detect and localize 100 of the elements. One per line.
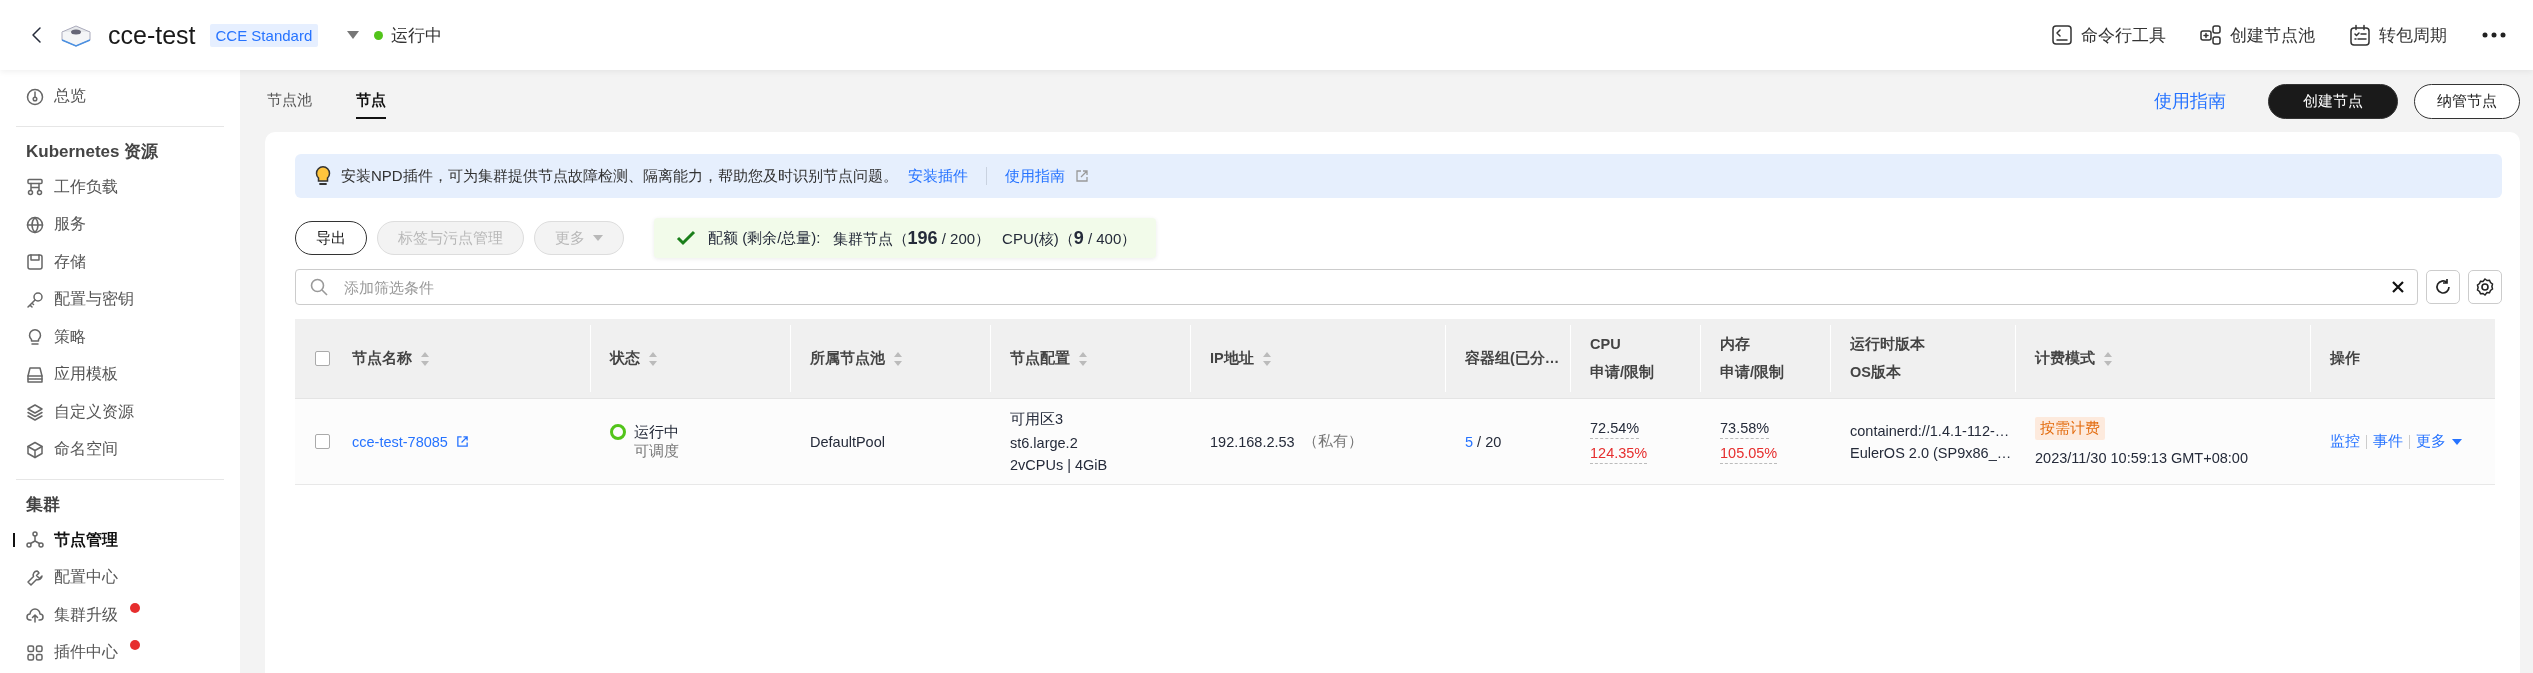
checkmark-icon [676, 230, 696, 246]
edition-badge: CCE Standard [209, 23, 319, 47]
banner-link[interactable]: 使用指南 [1004, 166, 1065, 186]
cluster-name: cce-test [108, 20, 196, 50]
tab[interactable]: 节点 [356, 83, 386, 119]
sidebar-section-title: 集群 [25, 494, 61, 516]
limit-percent: 105.05% [1720, 444, 1778, 464]
table-cell: st6.large.2 [1010, 435, 1078, 451]
sort-icon[interactable] [2103, 350, 2113, 367]
toolbar-action[interactable]: 创建节点池 [2200, 23, 2315, 47]
external-link-icon[interactable] [455, 435, 469, 448]
sidebar-section-title: Kubernetes 资源 [25, 141, 160, 163]
column-header: CPU 申请/限制 [1590, 334, 1655, 382]
guide-link[interactable]: 使用指南 [2154, 89, 2226, 113]
column-header[interactable]: 状态 [610, 349, 640, 368]
sidebar-item[interactable]: 自定义资源 [0, 393, 240, 431]
created-time: 2023/11/30 10:59:13 GMT+08:00 [2035, 450, 2248, 466]
quota-value: CPU(核)（9 / 400） [1002, 227, 1137, 249]
cluster-status: 运行中 [391, 24, 443, 47]
toolbar-action[interactable]: 转包周期 [2349, 23, 2447, 47]
banner-link[interactable]: 安装插件 [907, 166, 968, 186]
ip-type-text: （私有） [1302, 432, 1363, 451]
table-cell: DefaultPool [810, 433, 885, 450]
column-header: 内存 申请/限制 [1720, 334, 1785, 382]
tab[interactable]: 节点池 [267, 83, 312, 119]
create-node-button[interactable]: 创建节点 [2268, 83, 2398, 119]
os-version: EulerOS 2.0 (SP9x86_… [1850, 444, 2012, 461]
close-icon[interactable] [2391, 280, 2405, 294]
row-checkbox[interactable] [315, 434, 330, 449]
quota-value: 集群节点（196 / 200） [832, 227, 991, 249]
sidebar-item[interactable]: 应用模板 [0, 356, 240, 394]
sidebar-item[interactable]: 存储 [0, 243, 240, 281]
key-icon [26, 290, 44, 309]
back-icon[interactable] [30, 25, 44, 45]
sidebar-item[interactable]: 总览 [0, 78, 240, 116]
toolbar-button[interactable]: 导出 [295, 221, 367, 255]
schedulable-text: 可调度 [634, 442, 679, 459]
cube-icon [26, 440, 44, 459]
sidebar-item[interactable]: 集群升级 [0, 596, 240, 634]
more-icon[interactable] [2481, 31, 2507, 39]
column-header: 操作 [2330, 349, 2360, 368]
search-icon [310, 278, 328, 296]
sidebar-item[interactable]: 配置与密钥 [0, 281, 240, 319]
settings-button[interactable] [2468, 270, 2502, 304]
manage-node-button[interactable]: 纳管节点 [2414, 83, 2520, 119]
request-percent: 73.58% [1720, 419, 1770, 439]
more-dropdown[interactable]: 更多 [2416, 432, 2462, 451]
sidebar-item[interactable]: 工作负载 [0, 168, 240, 206]
caret-down-icon [593, 235, 603, 241]
sidebar-item[interactable]: 服务 [0, 206, 240, 244]
sort-icon[interactable] [420, 350, 430, 367]
calendar-icon [2349, 24, 2371, 46]
lightbulb-icon [26, 328, 44, 347]
layers-icon [26, 403, 44, 422]
refresh-icon [2433, 277, 2453, 297]
globe-icon [26, 215, 44, 234]
billing-tag: 按需计费 [2035, 417, 2105, 440]
table-cell: 可用区3 [1010, 410, 1064, 429]
sidebar-item[interactable]: 节点管理 [0, 521, 240, 559]
sidebar-item[interactable]: 插件中心 [0, 634, 240, 672]
select-all-checkbox[interactable] [315, 351, 330, 366]
quota-label: 配额 (剩余/总量): [708, 228, 821, 248]
external-link-icon[interactable] [1074, 169, 1089, 183]
lightbulb-icon [315, 165, 331, 187]
column-header[interactable]: IP地址 [1210, 349, 1254, 368]
cloud-upload-icon [26, 606, 44, 625]
sort-icon[interactable] [1078, 350, 1088, 367]
status-ring [610, 424, 626, 440]
sort-icon[interactable] [648, 350, 658, 367]
pod-count: 5 / 20 [1465, 433, 1502, 450]
settings-icon [2475, 277, 2495, 297]
table-cell: 2vCPUs | 4GiB [1010, 457, 1108, 473]
operation-link[interactable]: 事件 [2373, 432, 2403, 451]
sidebar-item[interactable]: 命名空间 [0, 431, 240, 469]
search-input[interactable]: 添加筛选条件 [342, 277, 2377, 297]
sort-icon[interactable] [1261, 350, 1272, 367]
workload-icon [26, 178, 44, 197]
search-field[interactable]: 添加筛选条件 [295, 269, 2418, 305]
runtime-version: containerd://1.4.1-112-… [1850, 422, 2010, 439]
sidebar-item[interactable]: 策略 [0, 318, 240, 356]
caret-down-icon[interactable] [346, 30, 361, 40]
sort-icon[interactable] [893, 350, 903, 367]
operation-link[interactable]: 监控 [2330, 432, 2360, 451]
node-name-link[interactable]: cce-test-78085 [352, 433, 448, 450]
node-graph-icon [26, 531, 44, 550]
caret-down-icon [2452, 438, 2462, 445]
wrench-icon [26, 568, 44, 587]
toolbar-action[interactable]: 命令行工具 [2051, 23, 2166, 47]
column-header: 运行时版本 OS版本 [1850, 334, 1925, 382]
column-header[interactable]: 节点配置 [1010, 349, 1070, 368]
column-header[interactable]: 计费模式 [2035, 349, 2095, 368]
gauge-icon [26, 87, 44, 106]
column-header[interactable]: 所属节点池 [810, 349, 885, 368]
node-pool-icon [2200, 24, 2222, 46]
terminal-icon [2051, 24, 2073, 46]
grid-icon [26, 643, 44, 662]
sidebar-item[interactable]: 配置中心 [0, 559, 240, 597]
banner-text: 安装NPD插件，可为集群提供节点故障检测、隔离能力，帮助您及时识别节点问题。 [341, 166, 898, 186]
column-header[interactable]: 节点名称 [352, 349, 412, 368]
refresh-button[interactable] [2426, 270, 2460, 304]
